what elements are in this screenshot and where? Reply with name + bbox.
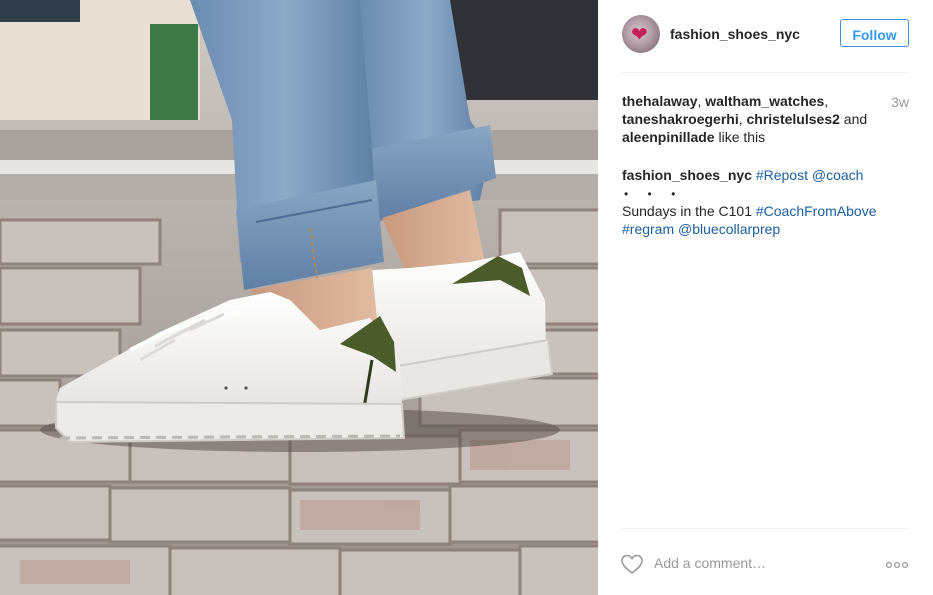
comment-bar bbox=[620, 528, 909, 585]
post-timestamp[interactable]: 3w bbox=[891, 94, 909, 110]
caption-author[interactable]: fashion_shoes_nyc bbox=[622, 167, 752, 183]
mention-link[interactable]: @coach bbox=[812, 167, 864, 183]
likes-suffix: like this bbox=[714, 129, 766, 145]
follow-button[interactable]: Follow bbox=[840, 19, 909, 47]
liker-username[interactable]: taneshakroegerhi bbox=[622, 111, 739, 127]
likes-and-text: and bbox=[839, 111, 868, 127]
liker-username[interactable]: waltham_watches bbox=[705, 93, 824, 109]
likes-separator: , bbox=[738, 111, 747, 127]
hashtag-link[interactable]: #CoachFromAbove bbox=[756, 203, 877, 219]
liker-username[interactable]: thehalaway bbox=[622, 93, 697, 109]
likes-separator: , bbox=[824, 93, 829, 109]
comment-input[interactable] bbox=[654, 551, 864, 575]
heart-outline-icon[interactable] bbox=[620, 553, 644, 575]
more-options-icon[interactable] bbox=[885, 557, 909, 569]
caption-dots: • • • bbox=[624, 187, 684, 201]
liker-username[interactable]: aleenpinillade bbox=[622, 129, 715, 145]
caption-text: Sundays in the C101 bbox=[622, 203, 756, 219]
post-header: ❤ fashion_shoes_nyc Follow bbox=[622, 14, 909, 73]
post-caption: fashion_shoes_nyc #Repost @coach • • • S… bbox=[622, 166, 909, 238]
mention-link[interactable]: @bluecollarprep bbox=[678, 221, 780, 237]
liker-username[interactable]: christelulses2 bbox=[747, 111, 840, 127]
likes-summary: thehalaway, waltham_watches, taneshakroe… bbox=[622, 92, 909, 146]
author-username[interactable]: fashion_shoes_nyc bbox=[670, 26, 800, 42]
post-sidebar: ❤ fashion_shoes_nyc Follow thehalaway, w… bbox=[598, 0, 933, 595]
hashtag-link[interactable]: #Repost bbox=[756, 167, 808, 183]
instagram-post: ❤ fashion_shoes_nyc Follow thehalaway, w… bbox=[0, 0, 933, 595]
avatar[interactable]: ❤ bbox=[622, 15, 660, 53]
hashtag-link[interactable]: #regram bbox=[622, 221, 674, 237]
post-photo[interactable] bbox=[0, 0, 598, 595]
avatar-heart-icon: ❤ bbox=[631, 24, 648, 46]
